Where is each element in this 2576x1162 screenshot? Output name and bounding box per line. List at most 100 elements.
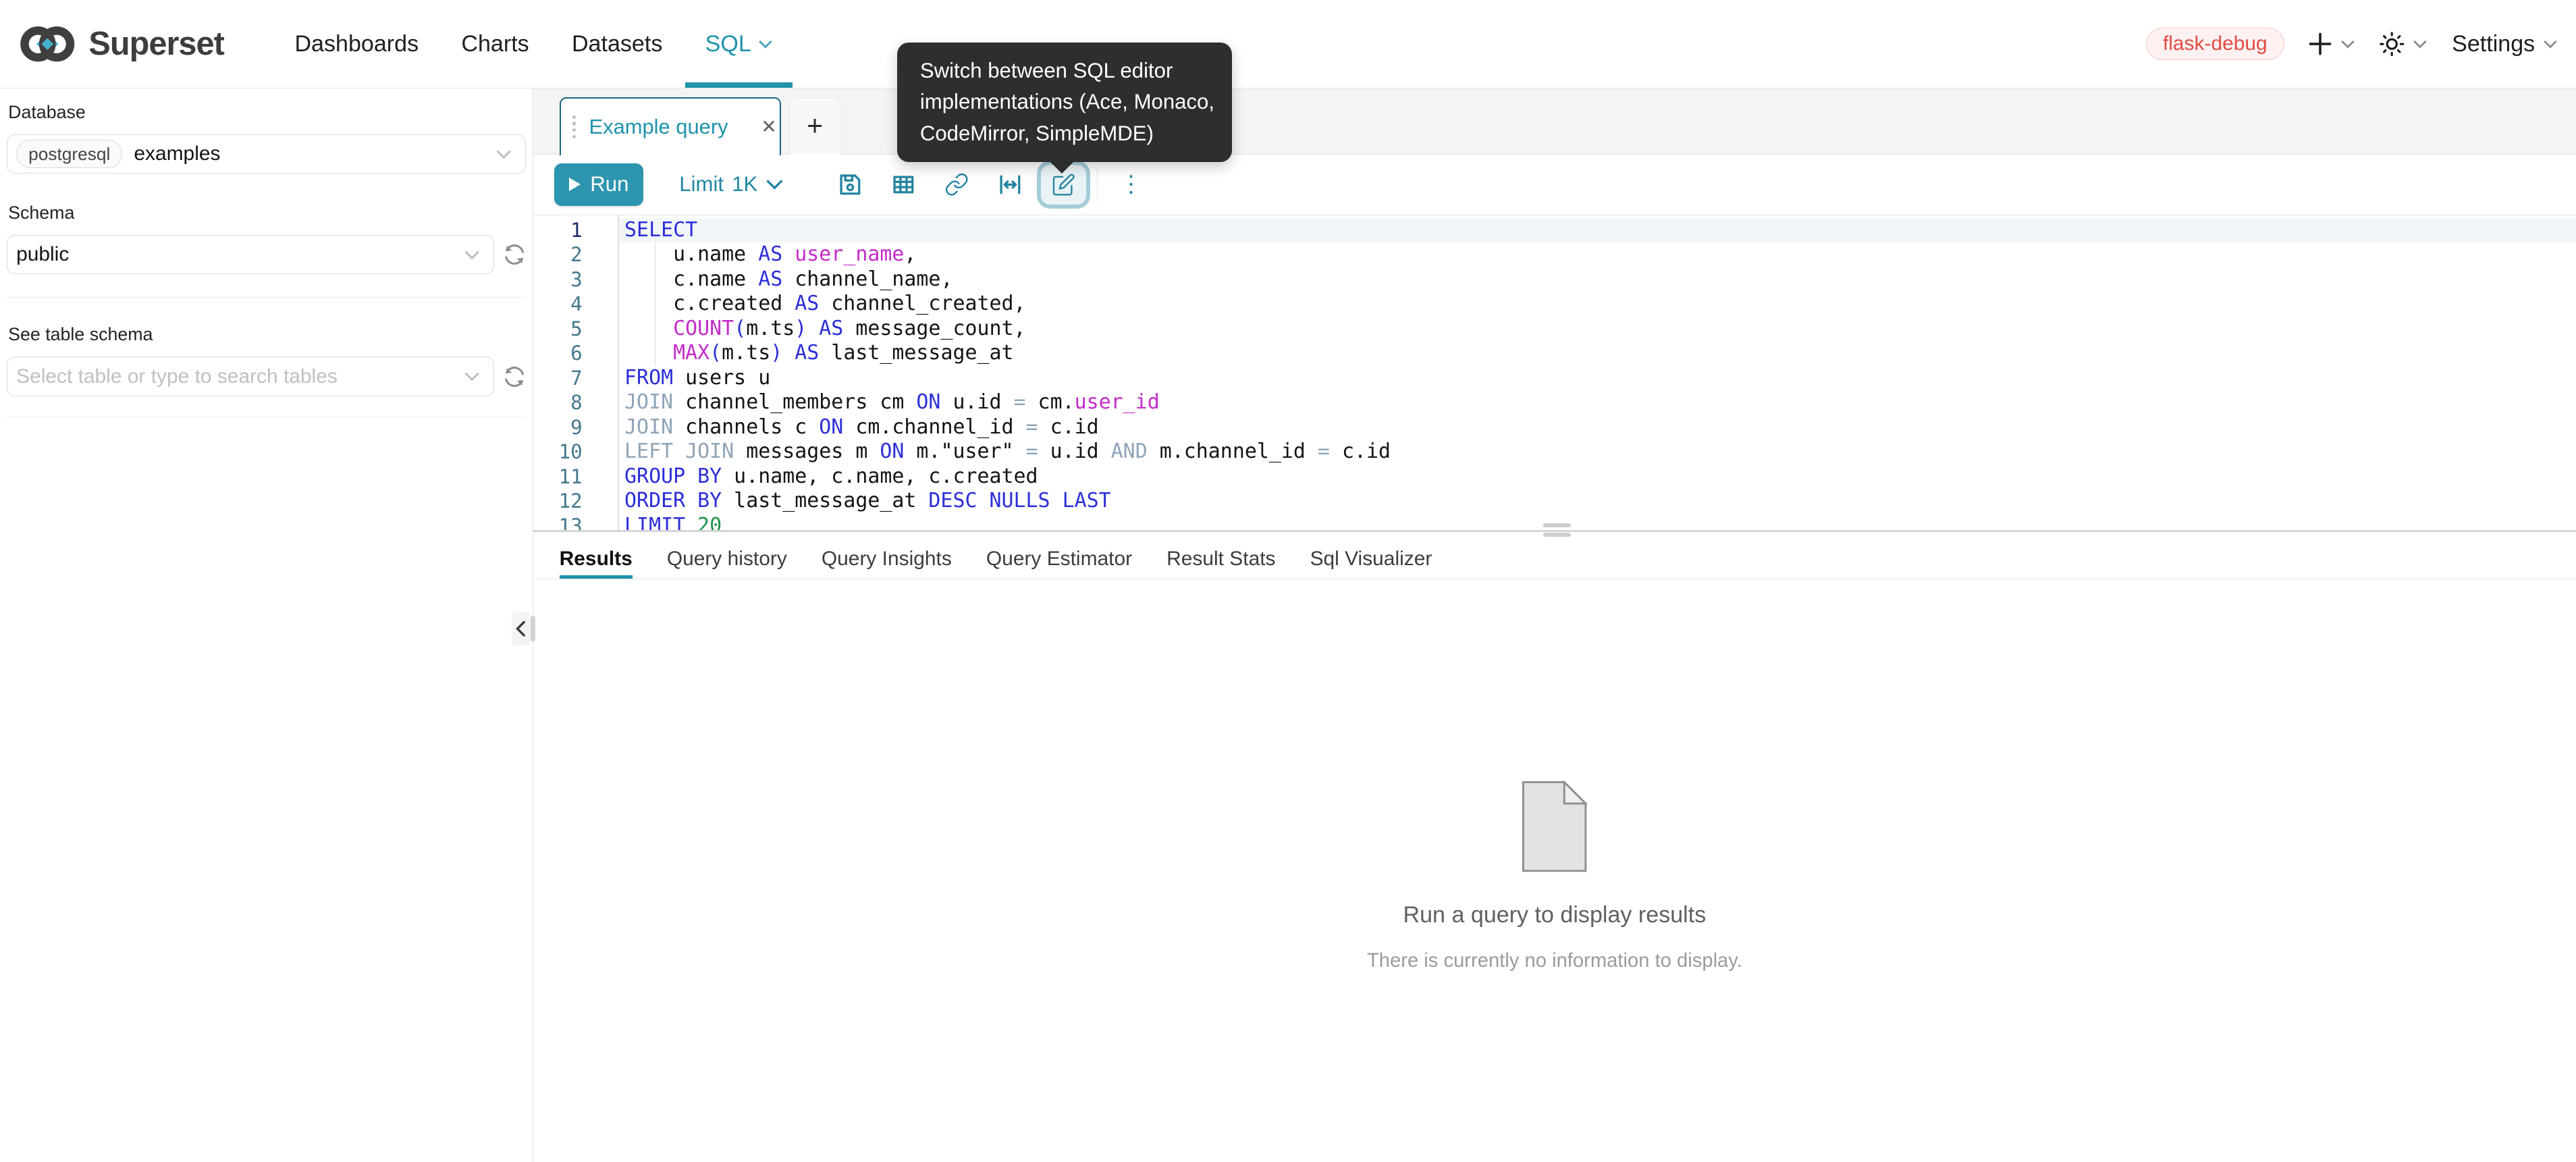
sql-editor-panel: Example query ✕ + Run Limit 1K [533,88,2576,1161]
results-tab-query-estimator[interactable]: Query Estimator [986,539,1132,579]
refresh-tables-icon[interactable] [503,365,526,388]
pane-resize-grip[interactable] [1543,533,1570,536]
database-label: Database [8,102,526,123]
more-options-button[interactable]: ⋮ [1104,161,1158,207]
editor-line: JOIN channel_members cm ON u.id = cm.use… [624,390,2576,415]
table-select-placeholder: Select table or type to search tables [16,365,338,388]
empty-state-title: Run a query to display results [1403,902,1707,928]
expand-width-icon [999,174,1021,196]
document-icon [1522,781,1587,872]
editor-line-number: 13 [533,514,583,530]
editor-line-number: 12 [533,489,583,514]
chevron-down-icon [464,371,480,381]
sidebar-resize-grip[interactable] [531,616,535,641]
editor-line-number: 8 [533,390,583,415]
chevron-left-icon [516,620,526,637]
table-icon [892,174,915,196]
limit-value: 1K [732,172,757,196]
sql-lab-app: Superset DashboardsCharts Datasets SQL fla… [0,0,2576,1162]
edit-icon [1052,173,1075,196]
editor-line-number: 5 [533,317,583,342]
nav-item-datasets[interactable]: Datasets [550,0,684,88]
results-tab-query-insights[interactable]: Query Insights [822,539,952,579]
sidebar-divider [7,297,526,298]
collapse-sidebar-button[interactable] [512,612,531,645]
save-icon [839,174,861,196]
results-tab-result-stats[interactable]: Result Stats [1166,539,1275,579]
chevron-down-icon [2340,39,2355,49]
nav-items: DashboardsCharts Datasets SQL [273,0,794,88]
copy-link-button[interactable] [930,161,984,207]
results-empty-state: Run a query to display results There is … [533,781,2576,972]
table-schema-label: See table schema [8,324,526,345]
new-tab-button[interactable]: + [789,97,840,155]
nav-item-sql[interactable]: SQL [684,0,794,88]
database-select-value: examples [134,142,220,165]
save-query-button[interactable] [824,161,877,207]
toolbar-icons: ⋮ [824,161,1158,209]
tooltip-text-line: Switch between SQL editor [920,55,1209,87]
editor-line-number: 9 [533,415,583,440]
chevron-down-icon [495,149,512,159]
results-tab-sql-visualizer[interactable]: Sql Visualizer [1310,539,1432,579]
settings-menu[interactable]: Settings [2452,31,2558,57]
run-label: Run [590,172,628,196]
database-select[interactable]: postgresql examples [7,134,526,174]
editor-line: COUNT(m.ts) AS message_count, [624,317,2576,342]
sun-icon [2380,32,2405,57]
editor-line-number: 11 [533,465,583,490]
chevron-down-icon [766,179,784,190]
limit-dropdown[interactable]: Limit 1K [679,172,784,196]
results-tab-query-history[interactable]: Query history [667,539,787,579]
schema-select[interactable]: public [7,235,494,274]
drag-handle-icon[interactable] [572,115,576,139]
editor-line: MAX(m.ts) AS last_message_at [624,341,2576,366]
editor-line: LEFT JOIN messages m ON m."user" = u.id … [624,440,2576,465]
editor-switch-tooltip: Switch between SQL editorimplementations… [897,43,1232,162]
brand-name: Superset [88,25,223,63]
query-tab-title: Example query [589,115,728,139]
line-number-gutter: 12345678910111213 [533,218,583,530]
kebab-menu-icon: ⋮ [1120,173,1143,196]
render-table-button[interactable] [877,161,930,207]
editor-line-number: 4 [533,292,583,317]
chevron-down-icon [464,250,480,260]
settings-label: Settings [2452,31,2535,57]
sql-code: SELECT u.name AS user_name, c.name AS ch… [624,218,2576,530]
navbar: Superset DashboardsCharts Datasets SQL fla… [0,0,2576,88]
nav-item-dashboards[interactable]: Dashboards [273,0,440,88]
navbar-right: flask-debug Settings [2146,0,2558,88]
toolbar-separator [1097,167,1098,202]
editor-line-number: 10 [533,440,583,465]
tooltip-text-line: CodeMirror, SimpleMDE) [920,118,1209,150]
refresh-schemas-icon[interactable] [503,243,526,266]
theme-menu[interactable] [2380,32,2427,57]
environment-badge: flask-debug [2146,28,2284,60]
run-button[interactable]: Run [554,163,643,206]
empty-state-subtitle: There is currently no information to dis… [1367,950,1742,972]
pane-resize-grip[interactable] [1543,523,1570,527]
editor-line-number: 3 [533,267,583,292]
tab-example-query[interactable]: Example query ✕ [560,97,782,156]
nav-item-label: Datasets [572,31,662,57]
brand[interactable]: Superset [16,0,224,88]
close-tab-icon[interactable]: ✕ [761,117,776,136]
editor-line-number: 1 [533,218,583,243]
chevron-down-icon [2413,39,2427,49]
editor-line: GROUP BY u.name, c.name, c.created [624,465,2576,490]
sql-code-editor[interactable]: 12345678910111213 SELECT u.name AS user_… [533,215,2576,530]
results-tab-results[interactable]: Results [560,539,633,579]
table-select[interactable]: Select table or type to search tables [7,356,494,396]
editor-line: JOIN channels c ON cm.channel_id = c.id [624,415,2576,440]
editor-tabbar: Example query ✕ + [533,88,2576,154]
editor-line-number: 7 [533,366,583,391]
chevron-down-icon [2543,39,2558,49]
editor-line: c.created AS channel_created, [624,292,2576,317]
editor-line: LIMIT 20 [624,514,2576,530]
schema-label: Schema [8,203,526,223]
estimate-cost-button[interactable] [984,161,1037,207]
nav-item-charts[interactable]: Charts [440,0,551,88]
schema-select-value: public [16,243,69,266]
new-item-menu[interactable] [2309,32,2355,55]
pane-divider[interactable] [533,530,2576,532]
